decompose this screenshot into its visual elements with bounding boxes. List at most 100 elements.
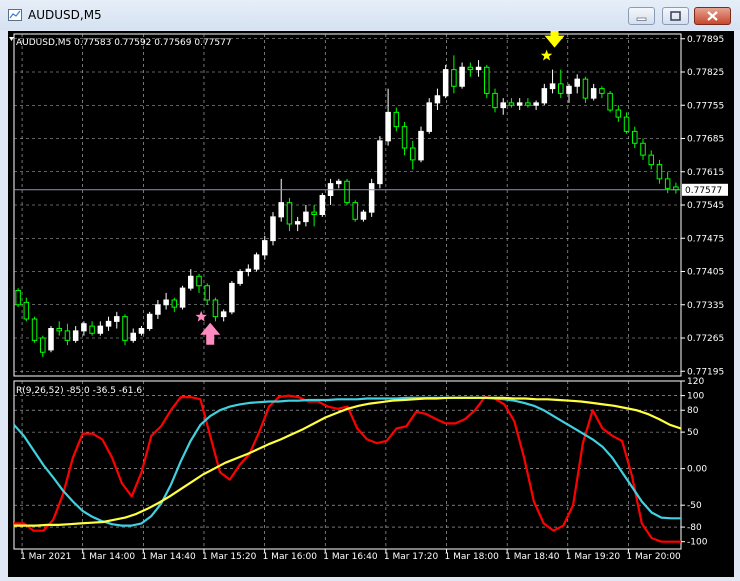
candle-body [525,102,531,106]
level-axis-label: 100 [687,392,704,402]
price-axis-label: 0.77405 [687,268,724,278]
candle-body [574,78,580,87]
level-axis-label: 80 [687,406,699,416]
candle-body [146,313,153,329]
candle-body [541,88,548,104]
candle-body [410,147,416,161]
candle-body [40,337,46,353]
candle-body [377,140,383,185]
candle-body [549,83,556,90]
time-axis-label: 1 Mar 16:40 [323,552,378,562]
price-axis-label: 0.77475 [687,234,724,244]
restore-icon [670,11,681,21]
minimize-button[interactable] [628,7,655,25]
level-axis-label: -100 [687,538,708,548]
time-axis-label: 1 Mar 14:40 [141,552,196,562]
indicator-info: R(9,26,52) -85.0 -36.5 -61.6 [16,386,142,396]
up-arrow-icon [200,322,221,345]
level-axis-label: 50 [687,428,699,438]
price-axis-label: 0.77195 [687,367,724,377]
candle-body [163,299,169,306]
candle-body [294,221,301,225]
sell-star-icon [540,49,553,61]
candle-body [344,180,350,204]
candle-body [122,316,128,341]
candle-body [130,332,136,341]
candle-body [623,116,630,132]
candle-body [558,83,564,94]
candle-body [23,301,30,320]
candle-body [607,92,613,111]
candle-body [385,111,391,142]
candle-body [615,109,622,118]
level-axis-label: -50 [687,501,702,511]
candle-body [656,164,663,180]
candle-body [89,325,95,334]
time-axis-label: 1 Mar 18:00 [445,552,500,562]
price-axis-label: 0.77685 [687,135,724,145]
candle-body [278,202,284,218]
candle-body [262,240,268,256]
candle-body [467,66,474,71]
candle-body [237,271,243,284]
time-axis-label: 1 Mar 16:00 [263,552,318,562]
candle-body [253,254,260,270]
candle-body [516,102,523,106]
maximize-button[interactable] [662,7,689,25]
candle-body [31,318,38,341]
chart-window-icon [8,9,22,21]
close-icon [707,11,718,21]
candle-body [500,102,506,109]
candle-body [648,154,654,166]
time-axis-label: 1 Mar 20:00 [626,552,681,562]
time-axis-label: 1 Mar 17:20 [384,552,439,562]
candle-body [632,130,638,144]
candle-body [459,66,465,87]
price-candles [15,55,679,357]
candle-body [475,66,482,71]
time-axis-label: 1 Mar 15:20 [202,552,257,562]
candle-body [196,275,202,287]
collapse-triangle-icon[interactable] [9,37,14,41]
candle-body [56,328,62,332]
candle-body [72,330,79,341]
time-axis-label: 1 Mar 14:00 [81,552,136,562]
time-axis-label: 1 Mar 18:40 [505,552,560,562]
candle-body [442,69,449,97]
level-axis-label: 120 [687,377,704,387]
candle-body [155,304,161,315]
chart-canvas[interactable]: 0.77895 0.77825 0.77755 0.77685 0.77615 0.775… [8,31,734,577]
chart-client-area[interactable]: 0.77895 0.77825 0.77755 0.77685 0.77615 0.775… [8,31,734,577]
candle-body [360,211,367,220]
current-price-label: 0.77577 [685,186,722,196]
candle-body [48,328,54,351]
window-title: AUDUSD,M5 [28,8,102,22]
price-axis-label: 0.77615 [687,168,724,178]
candle-body [508,102,515,106]
title-bar[interactable]: AUDUSD,M5 [0,0,740,30]
candle-body [319,195,326,215]
candle-body [286,202,293,225]
candle-body [418,130,424,161]
candle-body [270,216,276,242]
candle-body [105,320,112,327]
candle-body [451,69,457,87]
grid [13,33,682,550]
candle-body [245,268,252,272]
price-axis-label: 0.77335 [687,301,724,311]
level-axis-label: 0.00 [687,465,707,475]
price-axis-label: 0.77545 [687,201,724,211]
candle-body [303,211,309,223]
candle-body [590,88,597,99]
candle-body [204,285,210,301]
close-button[interactable] [694,7,731,25]
level-axis-label: -80 [687,523,702,533]
candle-body [533,102,539,106]
candle-body [426,102,432,132]
candle-body [582,78,589,99]
terminal-chart-window: AUDUSD,M5 0.77895 0.77825 0.77755 0.77685 0.… [0,0,740,581]
price-axis-label: 0.77825 [687,68,724,78]
candle-body [336,180,342,185]
candle-body [566,85,572,94]
candle-body [393,111,400,128]
